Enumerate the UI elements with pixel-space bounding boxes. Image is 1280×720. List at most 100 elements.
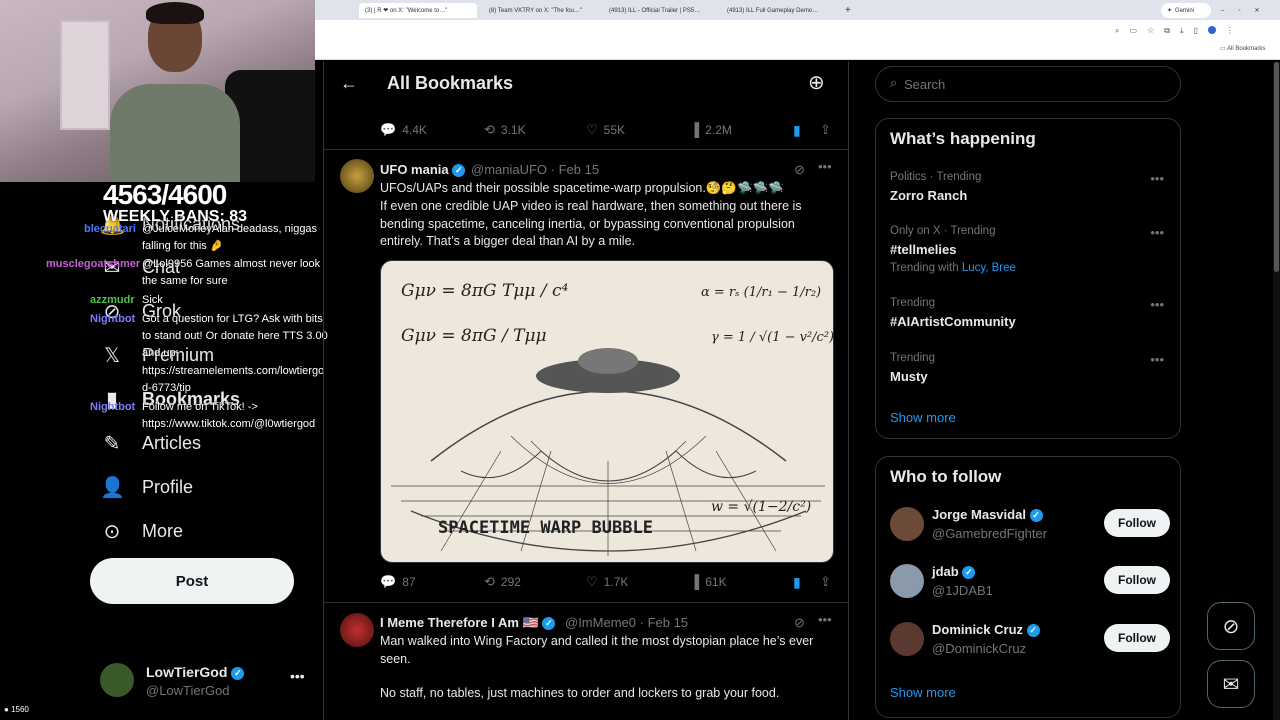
trend-item[interactable]: Trending #AIArtistCommunity ••• <box>890 297 1170 345</box>
new-tab-button[interactable]: + <box>839 3 855 18</box>
more-dots-icon[interactable]: ••• <box>1150 352 1164 367</box>
trend-item[interactable]: Politics · Trending Zorro Ranch ••• <box>890 171 1170 219</box>
card-title: Who to follow <box>890 467 1002 486</box>
like-button[interactable]: ♡ 55K <box>586 122 625 138</box>
bookmarks-timeline: ← All Bookmarks ⊕ 💬 4.4K ⟲ 3.1K ♡ 55K ▐ 2.2M… <box>323 61 849 720</box>
nav-profile[interactable]: 👤 Profile <box>100 475 193 500</box>
follow-suggestion[interactable]: Dominick Cruz ✓ @DominickCruz Follow <box>890 618 1170 662</box>
more-dots-icon[interactable]: ••• <box>818 612 832 627</box>
avatar <box>890 507 924 541</box>
bookmarks-folder-label: All Bookmarks <box>1227 46 1266 52</box>
zoom-icon[interactable]: ⌕ <box>1115 26 1119 36</box>
trend-meta: Politics · Trending <box>890 171 982 183</box>
minimize-icon[interactable]: – <box>1221 8 1224 14</box>
extensions-icon[interactable]: ⧉ <box>1164 26 1170 36</box>
more-dots-icon[interactable]: ••• <box>290 668 305 684</box>
page-title: All Bookmarks <box>387 73 514 93</box>
show-more-link[interactable]: Show more <box>890 410 956 425</box>
more-dots-icon[interactable]: ••• <box>1150 297 1164 312</box>
browser-tab-bar: (3) | R ❤ on X: "Welcome to…" (8) Team V… <box>315 0 1280 20</box>
grok-icon: ⊘ <box>1222 615 1240 638</box>
browser-tab[interactable]: (4913) ILL - Official Trailer | PS5… <box>603 3 715 18</box>
post-button[interactable]: Post <box>90 558 294 604</box>
account-switcher[interactable]: LowTierGod ✓ @LowTierGod ••• <box>100 660 320 700</box>
avatar[interactable] <box>340 159 374 193</box>
maximize-icon[interactable]: ▫ <box>1238 8 1240 14</box>
follow-button[interactable]: Follow <box>1104 566 1170 594</box>
person-icon: 👤 <box>100 477 125 499</box>
chat-message: @Lol9956 Games almost never look <box>142 258 321 270</box>
tab-label: (4913) ILL - Official Trailer | PS5… <box>609 7 701 14</box>
cast-icon[interactable]: ▭ <box>1129 26 1137 36</box>
repost-icon: ⟲ <box>484 122 495 137</box>
card-title: What’s happening <box>890 129 1036 148</box>
follow-suggestion[interactable]: jdab ✓ @1JDAB1 Follow <box>890 560 1170 604</box>
heart-icon: ♡ <box>586 574 598 589</box>
views-button[interactable]: ▐ 2.2M <box>690 122 732 137</box>
nav-more[interactable]: ⊙ More <box>100 519 183 544</box>
reply-button[interactable]: 💬 4.4K <box>380 122 427 138</box>
chat-username: Nightbot <box>90 401 136 413</box>
grok-icon[interactable]: ⊘ <box>794 162 805 178</box>
equation-5: w = √(1−2/c²) <box>711 499 811 515</box>
verified-icon: ✓ <box>1026 624 1040 638</box>
back-arrow-icon[interactable]: ← <box>340 73 358 94</box>
show-more-link[interactable]: Show more <box>890 685 956 700</box>
tweet-handle[interactable]: @maniaUFO · Feb 15 <box>471 162 599 177</box>
grok-icon[interactable]: ⊘ <box>794 615 805 631</box>
chat-username: musclegoatshmer <box>46 258 141 270</box>
more-icon: ⊙ <box>103 521 121 543</box>
more-dots-icon[interactable]: ••• <box>818 159 832 174</box>
chat-username: Nightbot <box>90 313 136 325</box>
repost-button[interactable]: ⟲ 292 <box>484 574 521 590</box>
bookmark-filled-icon[interactable]: ▮ <box>793 122 801 139</box>
browser-tab[interactable]: (4913) ILL Full Gameplay Demo… <box>721 3 833 18</box>
more-dots-icon[interactable]: ••• <box>1150 171 1164 186</box>
repost-button[interactable]: ⟲ 3.1K <box>484 122 526 138</box>
chat-message: falling for this 🤌 <box>142 240 224 252</box>
image-caption: SPACETIME WARP BUBBLE <box>438 518 653 538</box>
like-button[interactable]: ♡ 1.7K <box>586 574 628 590</box>
verified-icon: ✓ <box>962 566 976 580</box>
trend-topic: Zorro Ranch <box>890 188 968 203</box>
divider <box>324 149 848 150</box>
verified-icon: ✓ <box>542 617 556 631</box>
chat-message: @JuiceMoneyAlan deadass, niggas <box>142 223 318 235</box>
nav-articles[interactable]: ✎ Articles <box>100 431 201 456</box>
views-icon: ▐ <box>690 122 700 137</box>
follow-suggestion[interactable]: Jorge Masvidal ✓ @GamebredFighter Follow <box>890 503 1170 547</box>
search-box[interactable]: ⌕ <box>875 66 1181 102</box>
trend-item[interactable]: Only on X · Trending #tellmelies Trendin… <box>890 225 1170 283</box>
reply-button[interactable]: 💬 87 <box>380 574 416 590</box>
sidepanel-icon[interactable]: ▯ <box>1193 26 1197 36</box>
grok-float-button[interactable]: ⊘ <box>1207 602 1255 650</box>
more-dots-icon[interactable]: ••• <box>1150 225 1164 240</box>
scrollbar-thumb[interactable] <box>1274 62 1279 272</box>
bookmark-folder-icon[interactable]: ⊕ <box>808 70 825 95</box>
avatar[interactable] <box>340 613 374 647</box>
download-icon[interactable]: ⤓ <box>1180 26 1184 36</box>
profile-icon[interactable] <box>1207 26 1216 34</box>
close-window-icon[interactable]: ✕ <box>1254 7 1259 14</box>
trend-item[interactable]: Trending Musty ••• <box>890 352 1170 400</box>
tweet-handle[interactable]: @ImMeme0 · Feb 15 <box>565 615 688 630</box>
browser-tab[interactable]: (8) Team VKTRY on X: "The fou…" <box>483 3 597 18</box>
bookmarks-folder[interactable]: ▭ All Bookmarks <box>1220 45 1265 52</box>
share-icon[interactable]: ⇪ <box>820 574 831 590</box>
tweet-author[interactable]: I Meme Therefore I Am 🇺🇸 ✓ <box>380 615 556 631</box>
share-icon[interactable]: ⇪ <box>820 122 831 138</box>
browser-tab-active[interactable]: (3) | R ❤ on X: "Welcome to…" <box>359 3 477 18</box>
menu-icon[interactable]: ⋮ <box>1226 26 1234 36</box>
gemini-button[interactable]: ✦ Gemini <box>1161 3 1211 18</box>
views-button[interactable]: ▐ 61K <box>690 574 727 589</box>
messages-float-button[interactable]: ✉ <box>1207 660 1255 708</box>
star-icon[interactable]: ☆ <box>1147 26 1154 36</box>
nav-label: Profile <box>142 477 194 497</box>
search-input[interactable] <box>904 73 1164 95</box>
bookmark-filled-icon[interactable]: ▮ <box>793 574 801 591</box>
tweet-image[interactable]: Gμν = 8πG Tμμ / c⁴ Gμν = 8πG / Tμμ α = r… <box>380 260 834 563</box>
follow-button[interactable]: Follow <box>1104 624 1170 652</box>
follow-handle: @DominickCruz <box>932 641 1027 656</box>
follow-button[interactable]: Follow <box>1104 509 1170 537</box>
tweet-author[interactable]: UFO mania ✓ <box>380 162 466 178</box>
